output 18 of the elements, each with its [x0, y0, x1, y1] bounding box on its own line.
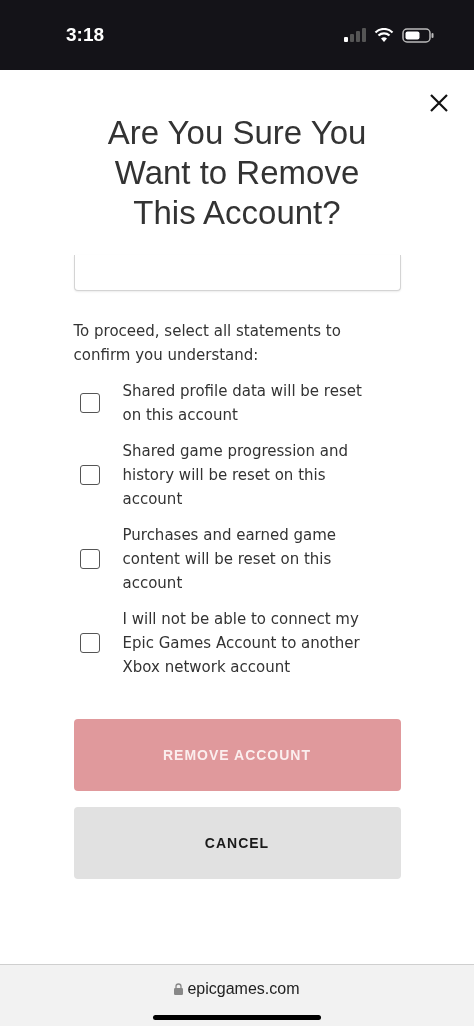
statement-label: Shared profile data will be reset on this account: [122, 381, 363, 426]
instructions-text: To proceed, select all statements to confirm you understand:: [73, 321, 342, 366]
statement-label: Purchases and earned game content will be reset on this account: [122, 525, 338, 594]
checkbox[interactable]: [79, 549, 100, 569]
checkbox[interactable]: [79, 633, 100, 653]
statement-label: I will not be able to connect my Epic Games Account to another Xbox network account: [122, 609, 361, 678]
input-field[interactable]: [73, 255, 401, 291]
address-text[interactable]: epicgames.com: [187, 977, 300, 1001]
statement-label: Shared game progression and history will be reset on this account: [122, 441, 349, 510]
wifi-icon: [374, 28, 394, 42]
battery-icon: [402, 27, 434, 43]
clock-time: 3:18: [66, 22, 105, 47]
cancel-button[interactable]: CANCEL: [73, 807, 401, 879]
dialog-title: Are You Sure You Want to Remove This Account?: [106, 113, 368, 233]
checkbox[interactable]: [79, 465, 100, 485]
signal-icon: [344, 28, 366, 42]
checkbox[interactable]: [79, 393, 100, 413]
lock-icon: [174, 983, 184, 995]
